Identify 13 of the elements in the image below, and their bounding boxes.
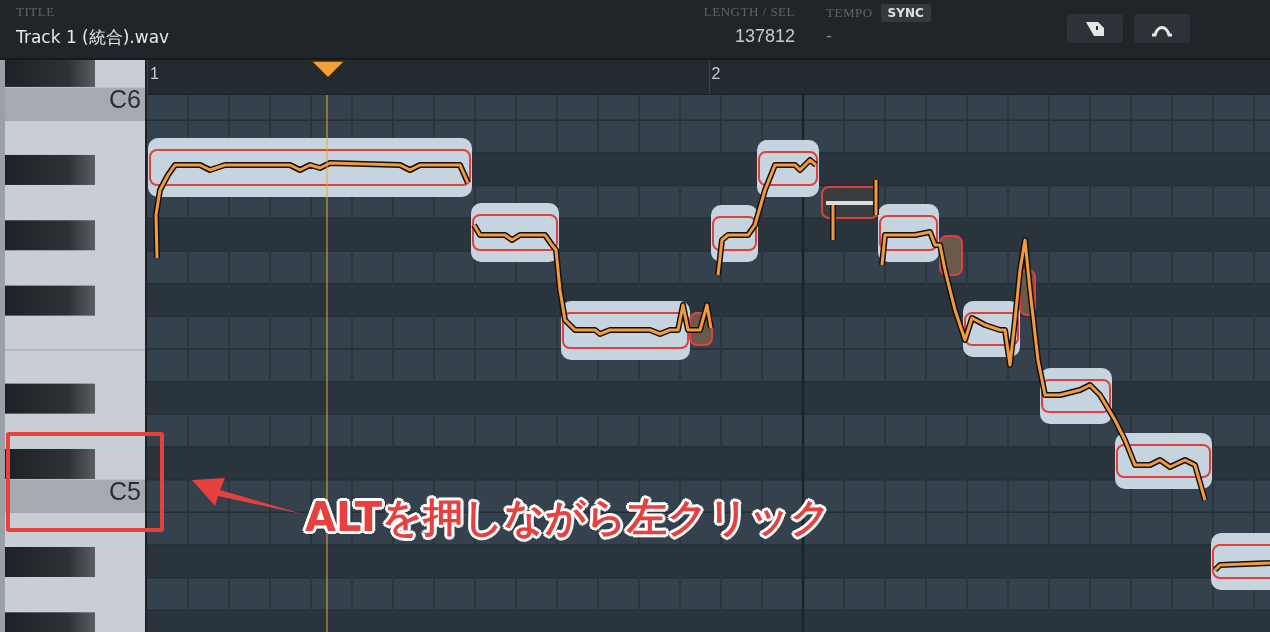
track-title: Track 1 (統合).wav — [16, 26, 171, 49]
length-label: LENGTH / SEL — [703, 4, 795, 20]
bar-number: 2 — [711, 65, 721, 82]
note-label: C6 — [109, 85, 141, 113]
bar-number: 1 — [150, 65, 159, 82]
tempo-value: - — [826, 26, 833, 47]
sync-button[interactable]: SYNC — [880, 4, 931, 22]
timeline-ruler[interactable]: 1 2 — [147, 60, 1270, 95]
annotation-text: ALTを押しながら左クリック — [305, 493, 832, 542]
tempo-label: TEMPO — [826, 5, 873, 21]
length-value: 137812 — [734, 26, 795, 47]
note-label: C5 — [109, 477, 141, 505]
title-label: TITLE — [16, 4, 56, 20]
